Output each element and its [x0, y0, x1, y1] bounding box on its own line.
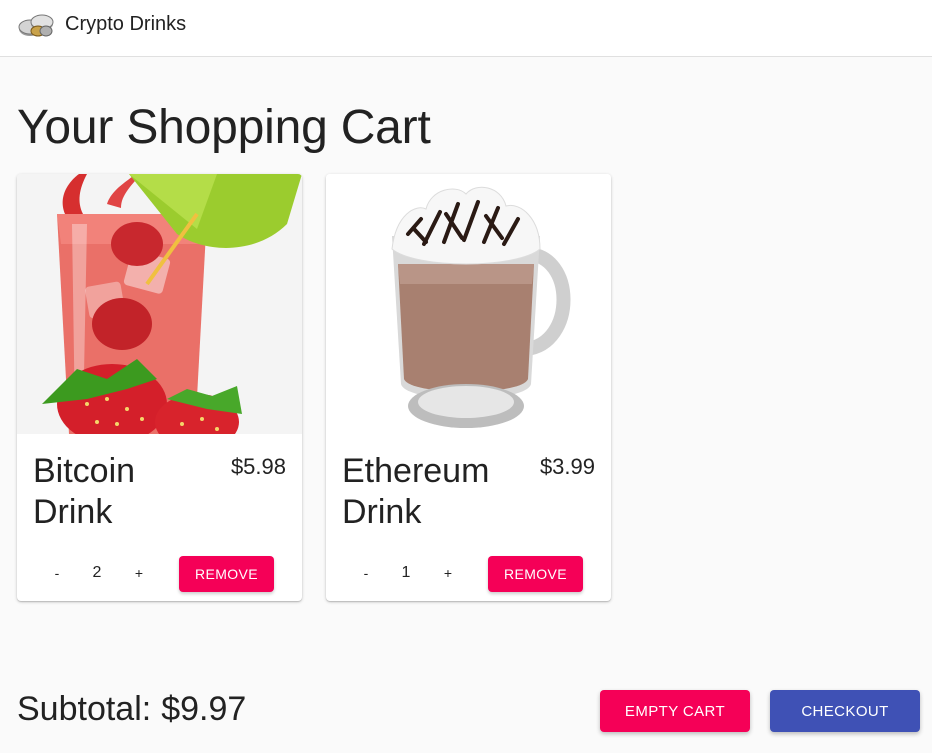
increase-quantity-button[interactable]: + [124, 561, 154, 585]
subtotal-value: $9.97 [161, 690, 247, 728]
coins-logo-icon[interactable] [16, 10, 56, 40]
remove-item-button[interactable]: REMOVE [488, 556, 583, 592]
app-bar: Crypto Drinks [0, 0, 932, 57]
checkout-button[interactable]: CHECKOUT [770, 690, 920, 732]
item-price: $3.99 [539, 454, 595, 479]
remove-item-button[interactable]: REMOVE [179, 556, 274, 592]
item-name: Bitcoin Drink [33, 452, 136, 531]
decrease-quantity-button[interactable]: - [42, 561, 72, 585]
quantity-value: 1 [401, 564, 411, 581]
subtotal-label: Subtotal: [17, 690, 152, 728]
item-name: Ethereum Drink [342, 452, 490, 531]
empty-cart-button[interactable]: EMPTY CART [600, 690, 750, 732]
subtotal: Subtotal: $9.97 [17, 690, 246, 729]
item-price: $5.98 [230, 454, 286, 479]
page-title: Your Shopping Cart [17, 101, 431, 154]
cart-item-card: Bitcoin Drink $5.98 - 2 + REMOVE [17, 174, 302, 601]
quantity-value: 2 [92, 564, 102, 581]
strawberry-drink-image [17, 174, 302, 434]
decrease-quantity-button[interactable]: - [351, 561, 381, 585]
brand-title[interactable]: Crypto Drinks [65, 13, 186, 36]
hot-chocolate-image [326, 174, 611, 434]
increase-quantity-button[interactable]: + [433, 561, 463, 585]
cart-item-card: Ethereum Drink $3.99 - 1 + REMOVE [326, 174, 611, 601]
